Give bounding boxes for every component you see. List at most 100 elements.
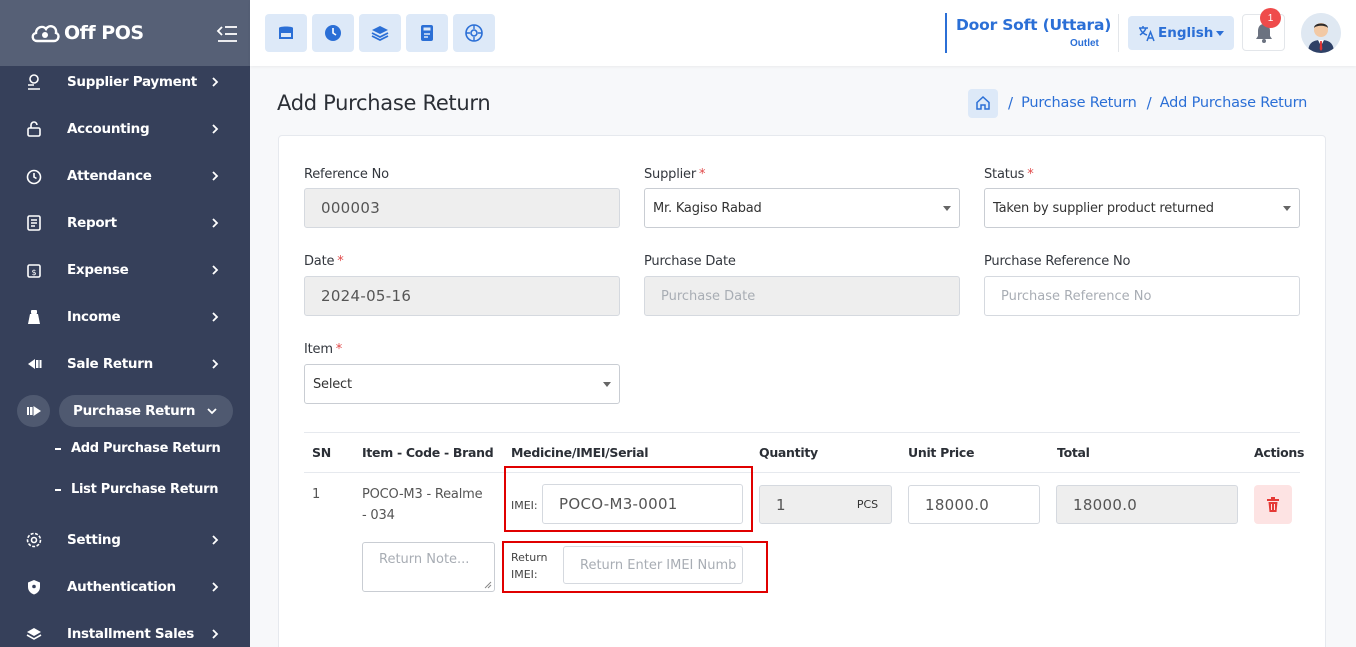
column-header-sn: SN — [312, 445, 331, 460]
outlet-divider — [945, 13, 947, 53]
chevron-right-icon — [212, 124, 219, 134]
breadcrumb-purchase-return[interactable]: Purchase Return — [1021, 95, 1137, 111]
sidebar-item-attendance[interactable]: Attendance — [0, 158, 250, 194]
reference-no-field: 000003 — [304, 188, 620, 228]
expense-icon: $ — [24, 260, 44, 280]
breadcrumb-separator: / — [1146, 94, 1152, 112]
chevron-right-icon — [212, 359, 219, 369]
table-header-divider — [304, 472, 1300, 473]
resize-grip-icon[interactable] — [484, 581, 492, 589]
brand-bar: Off POS — [0, 0, 250, 66]
brand-logo[interactable]: Off POS — [30, 20, 144, 46]
chevron-right-icon — [212, 77, 219, 87]
column-header-item: Item - Code - Brand — [362, 445, 494, 460]
income-bag-icon — [24, 307, 44, 327]
purchase-date-label: Purchase Date — [644, 254, 736, 269]
sidebar-item-supplier-payment[interactable]: Supplier Payment — [0, 64, 250, 100]
chevron-right-icon — [212, 312, 219, 322]
table-border-top — [304, 432, 1300, 433]
status-select[interactable]: Taken by supplier product returned — [984, 188, 1300, 228]
translate-icon — [1139, 26, 1155, 42]
return-imei-field[interactable]: Return Enter IMEI Numb — [563, 546, 743, 584]
trash-icon — [1267, 497, 1279, 512]
sidebar-item-accounting[interactable]: Accounting — [0, 111, 250, 147]
unit-price-field[interactable]: 18000.0 — [908, 485, 1040, 524]
row-sn: 1 — [312, 487, 321, 502]
caret-down-icon — [943, 206, 951, 211]
total-field: 18000.0 — [1056, 485, 1238, 524]
header-divider — [1118, 14, 1119, 52]
sidebar-item-income[interactable]: Income — [0, 299, 250, 335]
purchase-date-field[interactable]: Purchase Date — [644, 276, 960, 316]
return-imei-label: Return IMEI: — [511, 551, 548, 581]
breadcrumb-home-button[interactable] — [968, 88, 998, 118]
purchase-reference-no-label: Purchase Reference No — [984, 254, 1131, 269]
calculator-button[interactable] — [406, 14, 448, 52]
breadcrumb: / Purchase Return / Add Purchase Return — [968, 88, 1307, 118]
chevron-right-icon — [212, 535, 219, 545]
breadcrumb-add-purchase-return[interactable]: Add Purchase Return — [1160, 95, 1308, 111]
item-label: Item * — [304, 342, 343, 357]
imei-label: IMEI: — [511, 499, 538, 512]
dashboard-button[interactable] — [453, 14, 495, 52]
chevron-right-icon — [212, 582, 219, 592]
imei-field[interactable]: POCO-M3-0001 — [542, 484, 743, 524]
reference-no-label: Reference No — [304, 167, 389, 182]
sidebar-item-installment-sales[interactable]: Installment Sales — [0, 616, 250, 647]
outlet-name[interactable]: Door Soft (Uttara) — [956, 16, 1111, 34]
return-note-textarea[interactable]: Return Note... — [362, 542, 495, 592]
chevron-down-icon — [207, 408, 217, 415]
sidebar-item-authentication[interactable]: Authentication — [0, 569, 250, 605]
bullet-dash — [55, 488, 61, 491]
lock-icon — [24, 119, 44, 139]
date-field[interactable]: 2024-05-16 — [304, 276, 620, 316]
gear-icon — [24, 530, 44, 550]
sidebar-subitem-add-purchase-return[interactable]: Add Purchase Return — [55, 441, 221, 456]
alarm-clock-icon — [24, 166, 44, 186]
status-label: Status * — [984, 167, 1034, 182]
sidebar: Off POS Supplier Payment Accounting Atte… — [0, 0, 250, 647]
top-bar: Door Soft (Uttara) Outlet English 1 — [250, 0, 1356, 66]
layers-icon — [371, 26, 389, 42]
layers-icon — [24, 624, 44, 644]
item-select[interactable]: Select — [304, 364, 620, 404]
sidebar-subitem-list-purchase-return[interactable]: List Purchase Return — [55, 482, 219, 497]
column-header-unit-price: Unit Price — [908, 445, 975, 460]
purchase-return-icon — [17, 395, 50, 427]
required-mark: * — [335, 342, 343, 357]
required-mark: * — [337, 254, 344, 269]
row-item-code: - 034 — [362, 508, 395, 523]
quantity-field[interactable]: 1 — [759, 485, 845, 524]
pos-icon — [279, 26, 293, 39]
language-dropdown[interactable]: English — [1128, 16, 1234, 50]
calculator-icon — [421, 25, 433, 41]
layers-button[interactable] — [359, 14, 401, 52]
required-mark: * — [1027, 167, 1034, 182]
column-header-imei: Medicine/IMEI/Serial — [511, 445, 649, 460]
supplier-select[interactable]: Mr. Kagiso Rabad — [644, 188, 960, 228]
supplier-payment-icon — [24, 72, 44, 92]
column-header-actions: Actions — [1254, 445, 1305, 460]
dashboard-icon — [465, 24, 483, 42]
sidebar-item-purchase-return[interactable]: Purchase Return — [17, 395, 233, 427]
clock-button[interactable] — [312, 14, 354, 52]
quantity-unit: PCS — [844, 485, 892, 524]
report-icon — [24, 213, 44, 233]
delete-row-button[interactable] — [1254, 485, 1292, 524]
sidebar-item-sale-return[interactable]: Sale Return — [0, 346, 250, 382]
sidebar-item-expense[interactable]: $ Expense — [0, 252, 250, 288]
page-title: Add Purchase Return — [277, 91, 491, 115]
sidebar-item-setting[interactable]: Setting — [0, 522, 250, 558]
column-header-total: Total — [1057, 445, 1090, 460]
purchase-return-pill[interactable]: Purchase Return — [59, 395, 233, 427]
row-item-name: POCO-M3 - Realme — [362, 487, 483, 502]
purchase-reference-no-field[interactable]: Purchase Reference No — [984, 276, 1300, 316]
breadcrumb-separator: / — [1008, 94, 1014, 112]
sidebar-item-report[interactable]: Report — [0, 205, 250, 241]
collapse-menu-icon[interactable] — [216, 24, 238, 44]
date-label: Date * — [304, 254, 344, 269]
pos-button[interactable] — [265, 14, 307, 52]
user-avatar[interactable] — [1301, 13, 1341, 53]
caret-down-icon — [1216, 31, 1224, 36]
caret-down-icon — [603, 382, 611, 387]
